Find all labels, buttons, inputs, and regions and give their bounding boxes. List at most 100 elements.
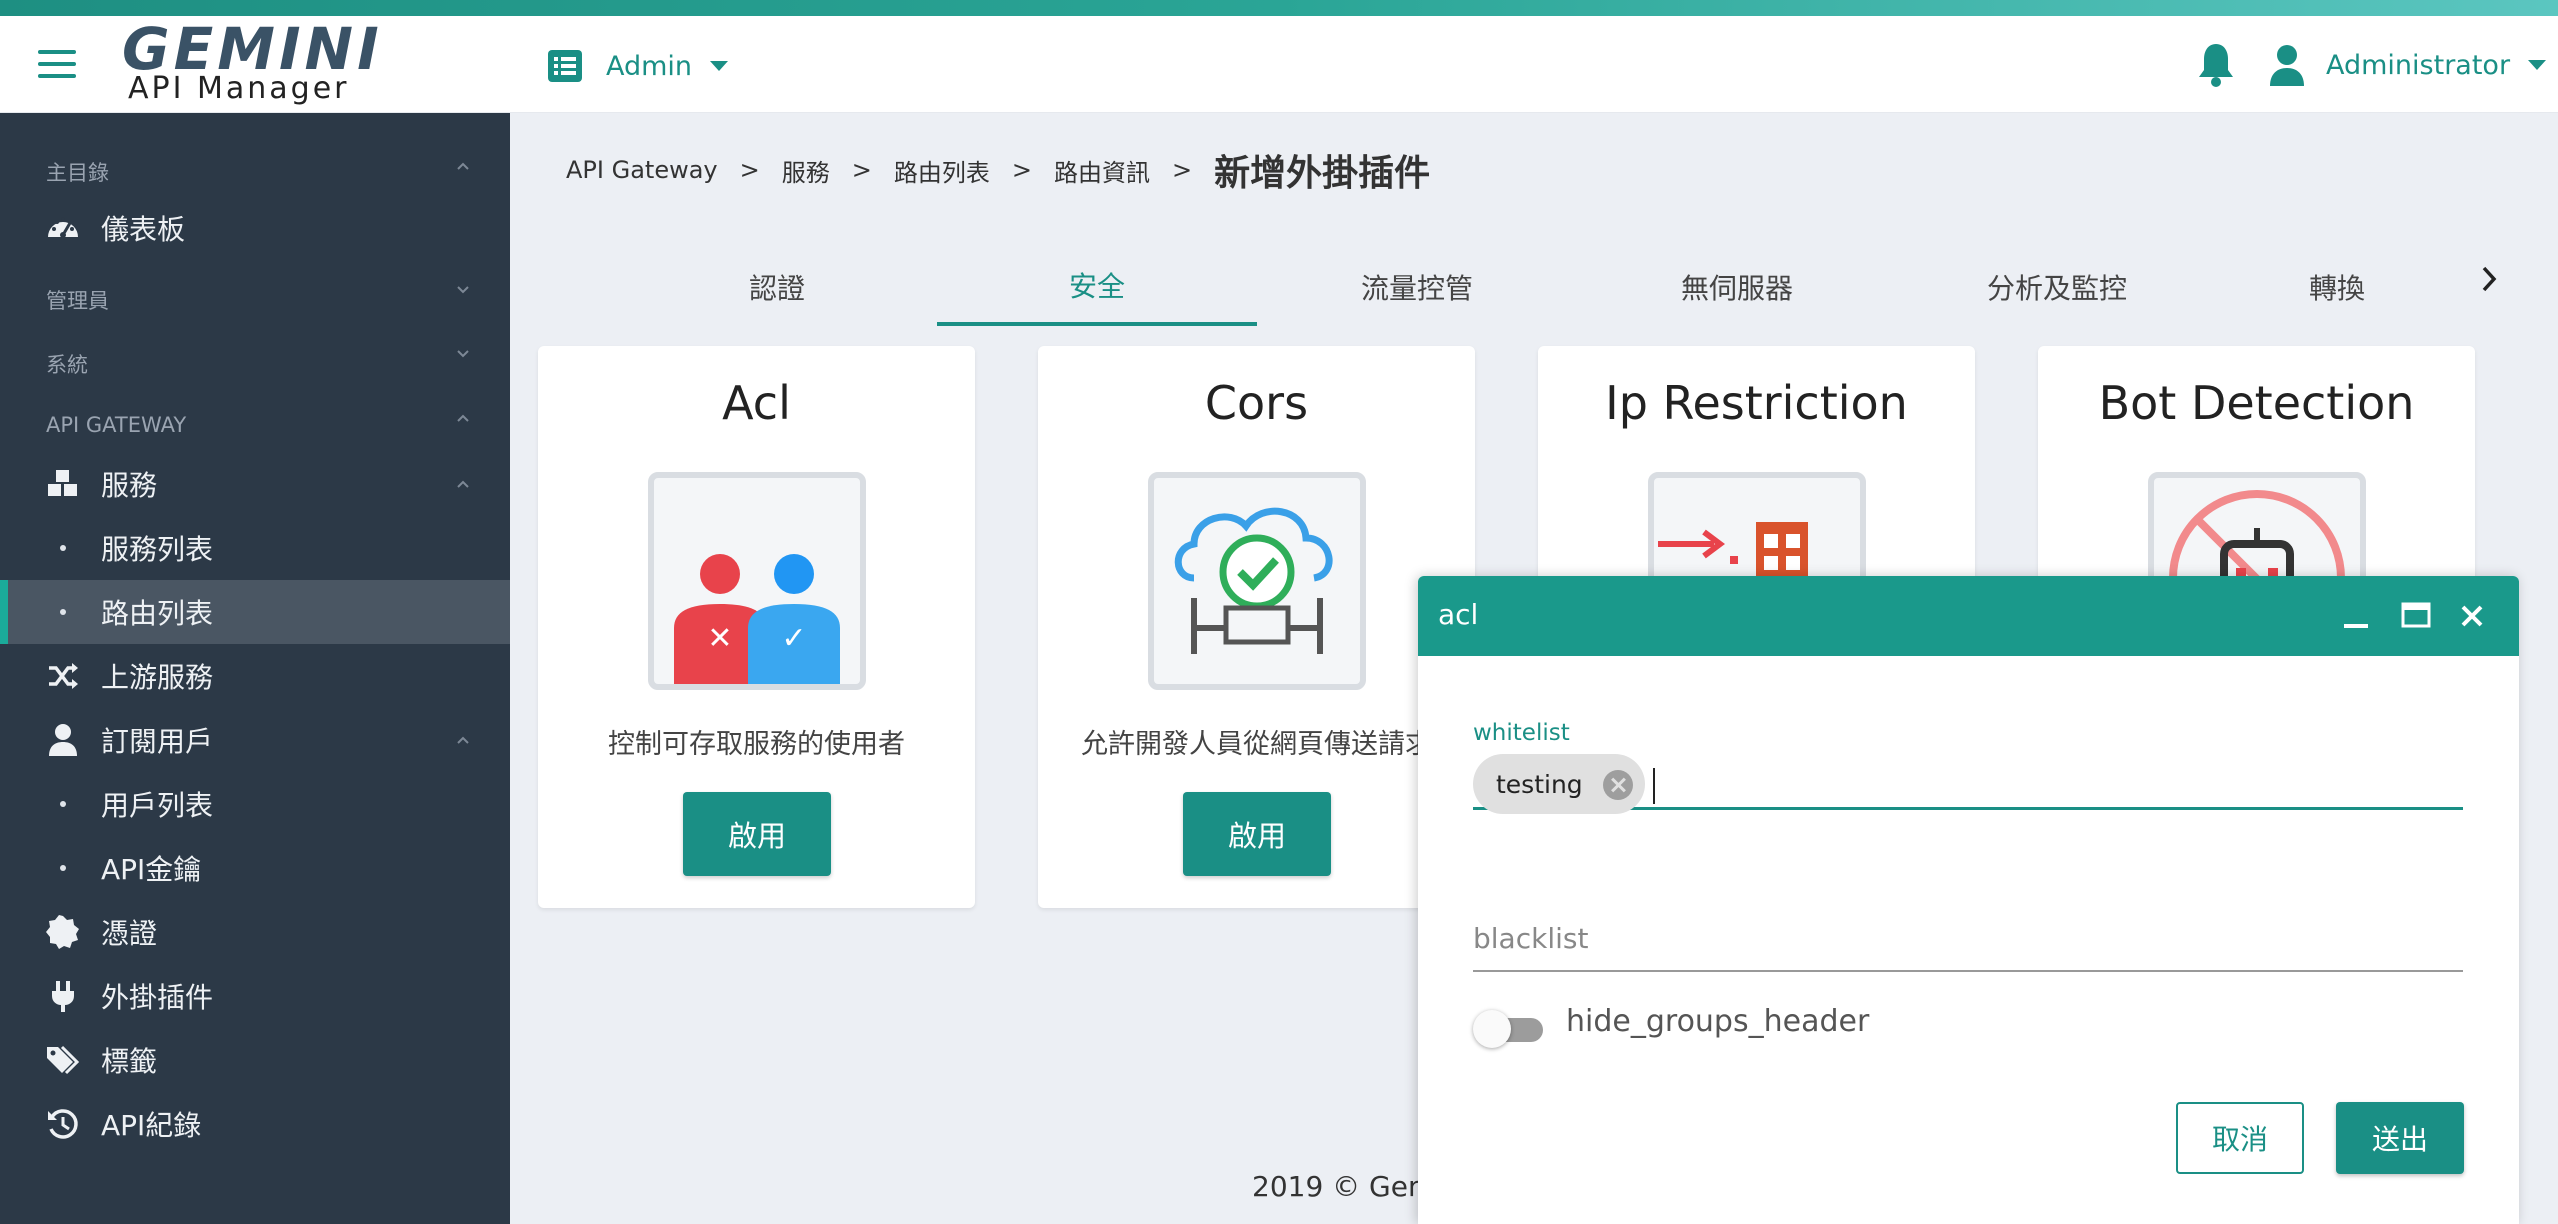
sidebar-item-tags[interactable]: 標籤 — [0, 1028, 510, 1092]
text-cursor — [1653, 768, 1655, 804]
logo-subtitle: API Manager — [128, 71, 350, 106]
user-icon — [2270, 45, 2304, 86]
sidebar-item-label: 路由列表 — [101, 597, 214, 630]
breadcrumb-separator: > — [739, 156, 760, 184]
sidebar-item-dashboard[interactable]: 儀表板 — [0, 196, 510, 260]
tab-serverless[interactable]: 無伺服器 — [1577, 248, 1897, 326]
sidebar-item-label: API紀錄 — [101, 1109, 202, 1142]
menu-toggle-icon[interactable] — [38, 50, 76, 80]
enable-button[interactable]: 啟用 — [1183, 792, 1331, 876]
chevron-up-icon[interactable] — [456, 411, 470, 425]
logo-title: GEMINI — [122, 15, 383, 83]
dialog-title: acl — [1438, 598, 1479, 631]
certificate-icon — [46, 915, 79, 949]
top-header: GEMINI API Manager Admin Administrator — [0, 16, 2558, 113]
plug-icon — [52, 981, 74, 1012]
bullet-icon — [60, 545, 66, 551]
chevron-down-icon[interactable] — [456, 347, 470, 361]
tab-security[interactable]: 安全 — [937, 248, 1257, 326]
card-description: 允許開發人員從網頁傳送請求 — [1081, 729, 1432, 760]
enable-button[interactable]: 啟用 — [683, 792, 831, 876]
dialog-header[interactable]: acl — [1418, 576, 2519, 656]
submit-button[interactable]: 送出 — [2336, 1102, 2464, 1174]
cancel-button[interactable]: 取消 — [2176, 1102, 2304, 1174]
sidebar-item-user-list[interactable]: 用戶列表 — [0, 772, 510, 836]
maximize-icon[interactable] — [2394, 594, 2438, 638]
bell-icon[interactable] — [2196, 42, 2236, 88]
breadcrumb-item-services[interactable]: 服務 — [782, 153, 830, 188]
card-title: Ip Restriction — [1605, 376, 1908, 430]
tab-traffic-control[interactable]: 流量控管 — [1257, 248, 1577, 326]
sidebar-item-label: 服務 — [101, 469, 158, 502]
tags-icon — [47, 1045, 80, 1075]
chevron-up-icon[interactable] — [456, 159, 470, 173]
sidebar-item-upstream[interactable]: 上游服務 — [0, 644, 510, 708]
bullet-icon — [60, 865, 66, 871]
chevron-down-icon[interactable] — [456, 283, 470, 297]
sidebar-item-service-list[interactable]: 服務列表 — [0, 516, 510, 580]
cubes-icon — [48, 470, 77, 496]
user-icon — [49, 724, 77, 756]
breadcrumb-separator: > — [1011, 156, 1032, 184]
sidebar-item-certificates[interactable]: 憑證 — [0, 900, 510, 964]
card-title: Cors — [1204, 376, 1309, 430]
chevron-down-icon — [710, 61, 729, 71]
cors-illustration — [1148, 472, 1366, 690]
tab-auth[interactable]: 認證 — [617, 248, 937, 326]
plugin-card-acl: Acl ✕ ✓ 控制可存取服務的使用者 啟用 — [538, 346, 975, 908]
sidebar-item-label: 標籤 — [101, 1045, 158, 1078]
admin-label: Admin — [606, 50, 693, 82]
sidebar-item-plugins[interactable]: 外掛插件 — [0, 964, 510, 1028]
sidebar: 主目錄 儀表板 管理員 系統 API GATEWAY 服務 服務列表 路由列表 — [0, 113, 510, 1224]
sidebar-item-label: 憑證 — [101, 917, 158, 950]
chip-remove-icon[interactable] — [1602, 770, 1633, 800]
sidebar-section-admin[interactable]: 管理員 — [46, 285, 109, 315]
sidebar-section-gateway[interactable]: API GATEWAY — [46, 413, 186, 437]
chevron-down-icon — [2528, 60, 2547, 70]
chevron-right-icon[interactable] — [2472, 262, 2506, 296]
admin-dropdown[interactable]: Admin — [548, 46, 729, 86]
tab-transform[interactable]: 轉換 — [2217, 248, 2457, 326]
dashboard-icon — [48, 217, 78, 238]
user-dropdown[interactable]: Administrator — [2268, 42, 2547, 88]
sidebar-section-system[interactable]: 系統 — [46, 349, 88, 379]
toggle-knob — [1473, 1010, 1511, 1048]
page-title: 新增外掛插件 — [1214, 153, 1431, 194]
card-description: 控制可存取服務的使用者 — [608, 729, 905, 760]
plugin-config-dialog: acl whitelist testing blacklist hide_gro… — [1418, 576, 2519, 1224]
breadcrumb-item-route-info[interactable]: 路由資訊 — [1054, 153, 1150, 188]
sidebar-item-label: 服務列表 — [101, 533, 214, 566]
minimize-icon[interactable] — [2334, 594, 2378, 638]
svg-text:✕: ✕ — [707, 621, 732, 656]
card-title: Acl — [722, 376, 791, 430]
tab-analytics[interactable]: 分析及監控 — [1897, 248, 2217, 326]
close-icon[interactable] — [2450, 594, 2494, 638]
breadcrumb-separator: > — [851, 156, 872, 184]
whitelist-input[interactable]: testing — [1473, 754, 2463, 814]
bullet-icon — [60, 801, 66, 807]
sidebar-item-route-list[interactable]: 路由列表 — [0, 580, 510, 644]
sidebar-item-services[interactable]: 服務 — [0, 452, 510, 516]
sidebar-item-consumers[interactable]: 訂閱用戶 — [0, 708, 510, 772]
shuffle-icon — [49, 663, 78, 689]
history-icon — [48, 1109, 78, 1139]
footer-copyright: 2019 © Gem — [1252, 1170, 1436, 1203]
sidebar-item-api-key[interactable]: API金鑰 — [0, 836, 510, 900]
chevron-up-icon — [457, 480, 469, 488]
breadcrumb-separator: > — [1171, 156, 1193, 184]
sidebar-section-main[interactable]: 主目錄 — [46, 157, 109, 187]
whitelist-label: whitelist — [1473, 720, 1570, 746]
blacklist-input[interactable]: blacklist — [1473, 906, 2463, 972]
whitelist-chip: testing — [1473, 754, 1645, 814]
sidebar-item-label: 用戶列表 — [101, 789, 214, 822]
card-title: Bot Detection — [2098, 376, 2415, 430]
app-logo[interactable]: GEMINI API Manager — [122, 15, 383, 108]
sidebar-item-api-log[interactable]: API紀錄 — [0, 1092, 510, 1156]
hide-groups-header-toggle[interactable] — [1473, 1008, 1547, 1050]
breadcrumb-item-gateway[interactable]: API Gateway — [566, 156, 718, 184]
toggle-label: hide_groups_header — [1566, 1004, 1870, 1039]
chevron-up-icon — [457, 736, 469, 744]
plugin-category-tabs: 認證 安全 流量控管 無伺服器 分析及監控 轉換 — [617, 248, 2497, 326]
top-accent-strip — [0, 0, 2558, 16]
breadcrumb-item-route-list[interactable]: 路由列表 — [894, 153, 990, 188]
